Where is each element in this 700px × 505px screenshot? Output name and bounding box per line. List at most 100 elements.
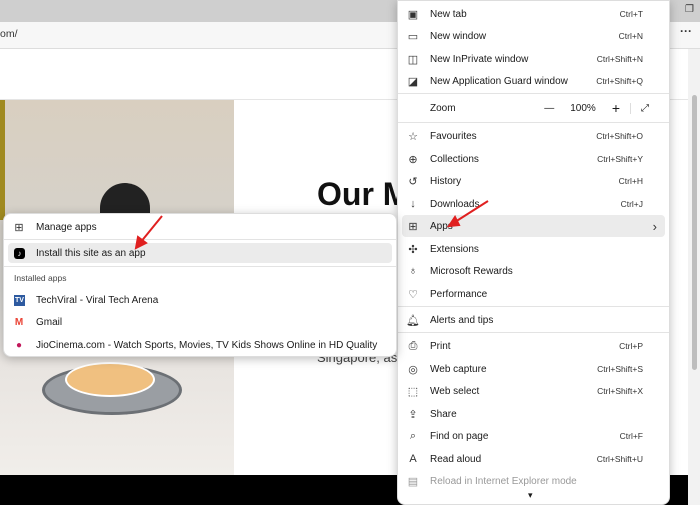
installed-app-item[interactable]: ● JioCinema.com - Watch Sports, Movies, T… bbox=[8, 334, 392, 356]
installed-app-name: TechViral - Viral Tech Arena bbox=[36, 294, 159, 306]
ie-mode-icon: ▤ bbox=[407, 475, 419, 488]
shortcut-label: Ctrl+Shift+X bbox=[597, 386, 643, 396]
menu-item-find-on-page[interactable]: ⌕ Find on page Ctrl+F bbox=[402, 425, 665, 447]
menu-item-new-window[interactable]: ▭ New window Ctrl+N bbox=[402, 25, 665, 47]
menu-item-new-application-guard-window[interactable]: ◪ New Application Guard window Ctrl+Shift+… bbox=[402, 70, 665, 92]
share-icon: ⇪ bbox=[408, 408, 418, 421]
shortcut-label: Ctrl+Shift+O bbox=[596, 131, 643, 141]
jiocinema-icon: ● bbox=[15, 339, 23, 351]
menu-item-label: Microsoft Rewards bbox=[430, 265, 513, 277]
menu-item-collections[interactable]: ⊕ Collections Ctrl+Shift+Y bbox=[402, 148, 665, 170]
menu-item-label: Favourites bbox=[430, 130, 477, 142]
shortcut-label: Ctrl+N bbox=[618, 31, 643, 41]
menu-item-label: Collections bbox=[430, 153, 479, 165]
shortcut-label: Ctrl+J bbox=[620, 199, 643, 209]
zoom-value: 100% bbox=[570, 102, 596, 114]
manage-apps-label: Manage apps bbox=[36, 221, 97, 233]
divider bbox=[4, 266, 396, 267]
apps-icon: ⊞ bbox=[14, 221, 24, 234]
menu-item-label: Share bbox=[430, 408, 457, 420]
menu-item-label: New tab bbox=[430, 8, 467, 20]
menu-item-extensions[interactable]: ✣ Extensions bbox=[402, 238, 665, 260]
web-capture-icon: ◎ bbox=[408, 363, 418, 376]
shortcut-label: Ctrl+H bbox=[618, 176, 643, 186]
divider bbox=[398, 93, 669, 94]
installed-app-item[interactable]: M Gmail bbox=[8, 312, 392, 334]
photo-food bbox=[65, 362, 155, 397]
menu-item-label: Web select bbox=[430, 385, 480, 397]
divider bbox=[4, 239, 396, 240]
menu-item-label: Web capture bbox=[430, 363, 487, 375]
menu-item-downloads[interactable]: ↓ Downloads Ctrl+J bbox=[402, 193, 665, 215]
performance-icon: ♡ bbox=[408, 288, 418, 301]
menu-item-new-inprivate-window[interactable]: ◫ New InPrivate window Ctrl+Shift+N bbox=[402, 48, 665, 70]
shortcut-label: Ctrl+Shift+U bbox=[596, 454, 643, 464]
menu-item-apps[interactable]: ⊞ Apps › bbox=[402, 215, 665, 237]
divider bbox=[398, 332, 669, 333]
manage-apps-item[interactable]: ⊞ Manage apps bbox=[8, 216, 392, 238]
menu-item-label: Apps bbox=[430, 220, 453, 232]
menu-item-label: Read aloud bbox=[430, 453, 482, 465]
menu-item-microsoft-rewards[interactable]: ♁ Microsoft Rewards bbox=[402, 260, 665, 282]
install-site-item[interactable]: ♪ Install this site as an app bbox=[8, 243, 392, 263]
installed-app-name: JioCinema.com - Watch Sports, Movies, TV… bbox=[36, 339, 378, 351]
more-chevron-icon[interactable]: ▾ bbox=[528, 490, 533, 501]
shortcut-label: Ctrl+T bbox=[619, 9, 643, 19]
menu-item-label: Downloads bbox=[430, 198, 480, 210]
zoom-label: Zoom bbox=[430, 102, 456, 114]
bell-icon: 🔔︎ bbox=[406, 314, 420, 327]
menu-item-alerts-and-tips[interactable]: 🔔︎ Alerts and tips bbox=[402, 309, 665, 331]
divider bbox=[398, 122, 669, 123]
menu-item-favourites[interactable]: ☆ Favourites Ctrl+Shift+O bbox=[402, 125, 665, 147]
menu-item-read-aloud[interactable]: A Read aloud Ctrl+Shift+U bbox=[402, 448, 665, 470]
installed-app-item[interactable]: TV TechViral - Viral Tech Arena bbox=[8, 289, 392, 311]
fullscreen-icon[interactable]: ⤢ bbox=[630, 102, 649, 114]
menu-item-performance[interactable]: ♡ Performance bbox=[402, 283, 665, 305]
zoom-in-button[interactable]: + bbox=[612, 100, 620, 116]
menu-item-history[interactable]: ↺ History Ctrl+H bbox=[402, 170, 665, 192]
print-icon: ⎙ bbox=[408, 339, 418, 352]
shortcut-label: Ctrl+P bbox=[619, 341, 643, 351]
menu-item-label: Performance bbox=[430, 288, 488, 300]
menu-item-share[interactable]: ⇪ Share bbox=[402, 403, 665, 425]
installed-apps-heading: Installed apps bbox=[14, 273, 67, 283]
menu-item-label: New Application Guard window bbox=[430, 75, 568, 87]
shortcut-label: Ctrl+Shift+Y bbox=[597, 154, 643, 164]
menu-item-label: Extensions bbox=[430, 243, 479, 255]
collections-icon: ⊕ bbox=[408, 153, 418, 166]
tiktok-icon: ♪ bbox=[14, 247, 25, 259]
install-site-label: Install this site as an app bbox=[36, 247, 146, 259]
installed-app-name: Gmail bbox=[36, 317, 63, 328]
menu-item-label: Print bbox=[430, 340, 451, 352]
shortcut-label: Ctrl+Shift+S bbox=[597, 364, 643, 374]
url-text[interactable]: om/ bbox=[0, 28, 18, 40]
new-tab-icon: ▣ bbox=[407, 8, 419, 21]
zoom-row: Zoom — 100% + ⤢ bbox=[402, 97, 665, 119]
shortcut-label: Ctrl+Shift+Q bbox=[596, 76, 643, 86]
divider bbox=[398, 306, 669, 307]
find-icon: ⌕ bbox=[409, 429, 417, 442]
techviral-icon: TV bbox=[14, 294, 25, 306]
ellipsis-icon[interactable]: ··· bbox=[680, 24, 692, 38]
apps-icon: ⊞ bbox=[408, 220, 418, 233]
read-aloud-icon: A bbox=[409, 453, 417, 465]
download-icon: ↓ bbox=[410, 198, 416, 210]
menu-item-new-tab[interactable]: ▣ New tab Ctrl+T bbox=[402, 3, 665, 25]
zoom-out-button[interactable]: — bbox=[544, 103, 554, 114]
restore-icon[interactable]: ❐ bbox=[685, 4, 694, 15]
scrollbar-thumb[interactable] bbox=[692, 95, 697, 370]
menu-item-web-select[interactable]: ⬚ Web select Ctrl+Shift+X bbox=[402, 380, 665, 402]
menu-item-reload-in-internet-explorer-mode[interactable]: ▤ Reload in Internet Explorer mode bbox=[402, 470, 665, 492]
menu-item-label: Alerts and tips bbox=[430, 314, 494, 326]
app-guard-icon: ◪ bbox=[407, 75, 419, 88]
web-select-icon: ⬚ bbox=[407, 385, 419, 398]
shortcut-label: Ctrl+Shift+N bbox=[596, 54, 643, 64]
menu-item-label: History bbox=[430, 175, 462, 187]
menu-item-web-capture[interactable]: ◎ Web capture Ctrl+Shift+S bbox=[402, 358, 665, 380]
apps-submenu: ⊞ Manage apps ♪ Install this site as an … bbox=[3, 213, 397, 357]
menu-item-print[interactable]: ⎙ Print Ctrl+P bbox=[402, 335, 665, 357]
inprivate-icon: ◫ bbox=[407, 53, 419, 66]
menu-item-label: Reload in Internet Explorer mode bbox=[430, 475, 577, 487]
history-icon: ↺ bbox=[408, 175, 418, 188]
shortcut-label: Ctrl+F bbox=[619, 431, 643, 441]
